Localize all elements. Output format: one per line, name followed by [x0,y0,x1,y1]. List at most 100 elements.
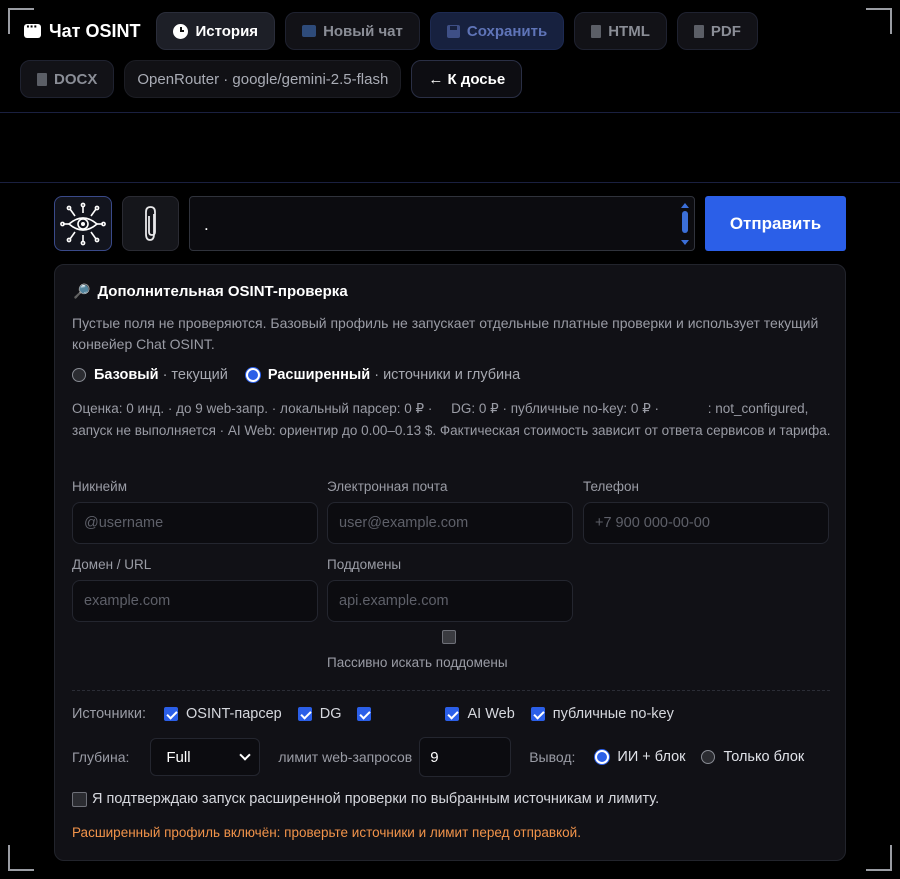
panel-title: 🔎 Дополнительная OSINT-проверка [73,283,348,300]
export-pdf-button[interactable]: PDF [676,12,758,50]
header-toolbar: Чат OSINT История Новый чат Сохранить HT… [20,12,860,98]
source-osint-parser-checkbox[interactable] [164,707,179,721]
source-osint-parser[interactable]: OSINT-парсер [164,706,282,722]
eye-network-icon [60,202,106,245]
panel-description: Пустые поля не проверяются. Базовый проф… [72,315,819,352]
output-block-only-label: Только блок [723,749,805,765]
source-unlabeled[interactable] [357,707,379,721]
export-html-button[interactable]: HTML [574,12,667,50]
osint-mode-button[interactable] [54,196,112,251]
confirm-row[interactable]: Я подтверждаю запуск расширенной проверк… [72,791,659,807]
phone-label: Телефон [583,479,640,494]
passive-subdomains-checkbox[interactable] [442,630,456,644]
output-block-only-radio[interactable] [701,750,716,764]
osint-check-panel: 🔎 Дополнительная OSINT-проверка Пустые п… [54,264,846,861]
source-unlabeled-checkbox[interactable] [357,707,372,721]
confirm-checkbox[interactable] [72,791,87,807]
new-chat-button[interactable]: Новый чат [285,12,420,50]
scroll-thumb[interactable] [682,211,688,233]
history-button[interactable]: История [156,12,276,50]
confirm-label: Я подтверждаю запуск расширенной проверк… [92,791,660,807]
message-input[interactable]: . [189,196,695,251]
export-html-label: HTML [608,22,650,40]
frame-corner-bottom-right [866,845,892,871]
limit-input[interactable]: 9 [419,737,512,777]
chat-bubble-icon [24,18,41,38]
depth-label: Глубина: [72,749,130,765]
output-block-only[interactable]: Только блок [701,749,804,765]
warning-message: Расширенный профиль включён: проверьте и… [72,825,581,840]
output-label: Вывод: [529,749,576,765]
magnifier-icon: 🔎 [73,283,91,299]
frame-corner-bottom-left [8,845,34,871]
email-label: Электронная почта [327,479,448,494]
sources-row: Источники: OSINT-парсер DG AI Web публич… [72,706,690,722]
subdomains-label: Поддомены [327,557,402,572]
new-chat-icon [302,25,317,37]
export-docx-button[interactable]: DOCX [20,60,115,98]
message-scrollbar[interactable] [681,203,689,245]
app-title: Чат OSINT [24,12,140,50]
floppy-icon [446,24,460,38]
source-dg-checkbox[interactable] [297,707,312,721]
depth-select[interactable]: Full [150,738,261,776]
nickname-label: Никнейм [72,479,127,494]
save-label: Сохранить [466,22,548,40]
attach-button[interactable] [122,196,179,251]
model-badge: OpenRouter · google/gemini-2.5-flash [124,60,402,98]
document-icon [37,72,47,86]
profile-selector: Базовый · текущий Расширенный · источник… [72,367,520,383]
output-ai-block-label: ИИ + блок [617,749,686,765]
phone-input[interactable]: +7 900 000-00-00 [583,502,829,544]
output-ai-block[interactable]: ИИ + блок [595,749,685,765]
frame-corner-top-right [866,8,892,34]
history-label: История [195,22,259,40]
limit-label: лимит web-запросов [278,749,413,765]
header-divider [0,112,900,113]
clock-icon [173,23,189,39]
app-title-text: Чат OSINT [49,20,141,41]
depth-row: Глубина: Full лимит web-запросов 9 Вывод… [72,737,820,777]
message-composer: . Отправить [54,196,846,251]
profile-extended-hint: · источники и глубина [374,367,521,383]
source-ai-web[interactable]: AI Web [445,706,515,722]
chevron-down-icon [239,749,252,761]
new-chat-label: Новый чат [323,22,403,40]
message-text: . [204,215,209,234]
export-docx-label: DOCX [54,70,98,88]
source-dg[interactable]: DG [297,706,342,722]
panel-title-text: Дополнительная OSINT-проверка [97,283,348,300]
output-ai-block-radio[interactable] [595,750,610,764]
source-public-nokey-checkbox[interactable] [530,707,545,721]
document-icon [591,24,602,38]
domain-label: Домен / URL [72,557,152,572]
nickname-input[interactable]: @username [72,502,318,544]
source-ai-web-checkbox[interactable] [445,707,460,721]
back-to-dossier-button[interactable]: ← К досье [411,60,523,98]
document-icon [693,24,704,38]
domain-input[interactable]: example.com [72,580,318,622]
paperclip-icon [144,205,156,241]
subdomains-input[interactable]: api.example.com [327,580,573,622]
section-divider [72,690,830,691]
send-button[interactable]: Отправить [705,196,846,251]
scroll-up-arrow[interactable] [681,203,689,208]
source-dg-label: DG [319,706,342,722]
chat-divider [0,182,900,183]
save-button[interactable]: Сохранить [429,12,565,50]
email-input[interactable]: user@example.com [327,502,573,544]
source-ai-web-label: AI Web [467,706,515,722]
profile-basic-hint: · текущий [162,367,228,383]
source-public-nokey-label: публичные no-key [552,706,674,722]
passive-subdomains-label: Пассивно искать поддомены [327,655,508,670]
export-pdf-label: PDF [710,22,741,40]
depth-value: Full [166,748,191,766]
profile-basic-radio[interactable] [72,368,86,382]
cost-estimate: Оценка: 0 инд. · до 9 web-запр. · локаль… [72,401,831,438]
profile-extended-name: Расширенный [267,367,371,383]
profile-extended-radio[interactable] [245,368,260,382]
source-public-nokey[interactable]: публичные no-key [530,706,674,722]
scroll-down-arrow[interactable] [681,240,689,245]
source-osint-parser-label: OSINT-парсер [186,706,282,722]
sources-label: Источники: [72,706,147,722]
